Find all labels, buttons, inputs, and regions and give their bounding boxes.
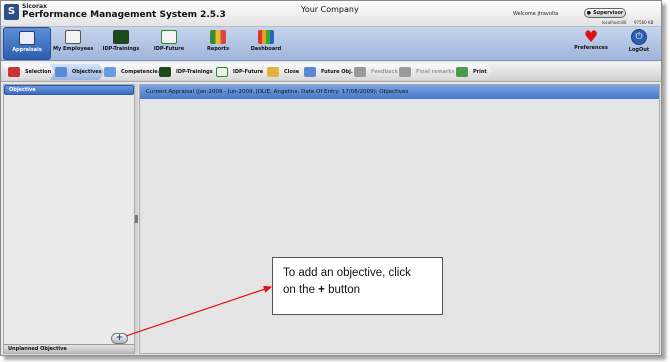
tab-label: Close: [284, 69, 300, 75]
tab-idp-future[interactable]: IDP-Future: [211, 64, 270, 80]
callout-text: button: [324, 284, 361, 296]
lock-icon: [267, 67, 279, 77]
tab-selection[interactable]: Selection: [3, 64, 58, 80]
toolbar-label: IDP-Future: [153, 46, 185, 52]
competencies-icon: [104, 67, 116, 77]
callout-line-1: To add an objective, click: [283, 267, 411, 279]
callout-line-2: on the + button: [283, 282, 432, 299]
appraisal-header: Current Appraisal (Jan-2009 - Jun-2009, …: [140, 85, 659, 99]
toolbar-label: Dashboard: [250, 46, 282, 52]
add-objective-button[interactable]: +: [111, 333, 128, 344]
company-name: Your Company: [301, 5, 359, 14]
main-toolbar: Appraisals My Employees IDP-Trainings ID…: [1, 27, 661, 61]
tab-label: Selection: [25, 69, 52, 75]
toolbar-dashboard-button[interactable]: Dashboard: [249, 27, 283, 60]
objective-list-panel: Objective Unplanned Objective: [3, 84, 135, 354]
toolbar-label: My Employees: [53, 46, 94, 52]
tab-label: Final remarks: [416, 69, 455, 75]
user-icon: ●: [586, 10, 591, 16]
tab-final-remarks[interactable]: Final remarks: [394, 64, 461, 80]
title-bar: S Sicorax Performance Management System …: [1, 1, 661, 27]
tab-label: Print: [473, 69, 487, 75]
trainings-icon: [159, 67, 171, 77]
tab-idp-trainings[interactable]: IDP-Trainings: [154, 64, 219, 80]
toolbar-label: LogOut: [628, 47, 650, 53]
trainings-icon: [113, 30, 129, 44]
splitter-handle[interactable]: [135, 215, 138, 223]
appraisals-icon: [19, 31, 35, 45]
role-button[interactable]: ● Supervisor: [584, 8, 626, 18]
sicorax-logo-icon: S: [4, 4, 19, 20]
help-callout: To add an objective, click on the + butt…: [272, 257, 443, 315]
memory-usage: 97560 KB: [634, 20, 654, 25]
toolbar-preferences-button[interactable]: ♥ Preferences: [573, 27, 609, 60]
tab-label: Objectives: [72, 69, 102, 75]
panel-splitter[interactable]: [135, 84, 138, 354]
system-name: Performance Management System 2.5.3: [22, 10, 226, 20]
tab-print[interactable]: Print: [451, 64, 493, 80]
toolbar-label: IDP-Trainings: [102, 46, 140, 52]
server-address: localhost:80: [602, 20, 627, 25]
tab-label: IDP-Future: [233, 69, 264, 75]
tab-close[interactable]: Close: [262, 64, 306, 80]
tab-future-obj[interactable]: Future Obj.: [299, 64, 359, 80]
brand-name: Sicorax: [22, 3, 47, 10]
feedback-icon: [354, 67, 366, 77]
final-remarks-icon: [399, 67, 411, 77]
toolbar-idp-trainings-button[interactable]: IDP-Trainings: [101, 27, 141, 60]
objectives-icon: [55, 67, 67, 77]
tab-objectives[interactable]: Objectives: [50, 64, 108, 80]
toolbar-label: Reports: [206, 46, 230, 52]
selection-icon: [8, 67, 20, 77]
tab-label: Feedback: [371, 69, 398, 75]
reports-icon: [210, 30, 226, 44]
objective-panel-header: Objective: [4, 85, 134, 95]
future-icon: [161, 30, 177, 44]
role-button-label: Supervisor: [592, 10, 624, 16]
employees-icon: [65, 30, 81, 44]
toolbar-logout-button[interactable]: ⏻ LogOut: [625, 27, 653, 60]
tab-label: Future Obj.: [321, 69, 353, 75]
tab-label: Competencies: [121, 69, 161, 75]
heart-icon: ♥: [583, 27, 599, 46]
callout-text: on the: [283, 284, 319, 296]
welcome-text: Welcome jtravolta: [513, 11, 559, 17]
callout-plus: +: [318, 284, 325, 296]
unplanned-objective-section[interactable]: Unplanned Objective: [4, 344, 134, 353]
toolbar-reports-button[interactable]: Reports: [203, 27, 233, 60]
future-objectives-icon: [304, 67, 316, 77]
step-tabs-bar: Selection Objectives Competencies IDP-Tr…: [1, 62, 661, 82]
toolbar-idp-future-button[interactable]: IDP-Future: [151, 27, 187, 60]
dashboard-icon: [258, 30, 274, 44]
toolbar-appraisals-button[interactable]: Appraisals: [3, 27, 51, 60]
tab-label: IDP-Trainings: [176, 69, 213, 75]
toolbar-label: Preferences: [574, 45, 608, 51]
toolbar-my-employees-button[interactable]: My Employees: [53, 27, 93, 60]
toolbar-label: Appraisals: [12, 47, 42, 53]
future-icon: [216, 67, 228, 77]
power-icon: ⏻: [631, 29, 647, 45]
printer-icon: [456, 67, 468, 77]
